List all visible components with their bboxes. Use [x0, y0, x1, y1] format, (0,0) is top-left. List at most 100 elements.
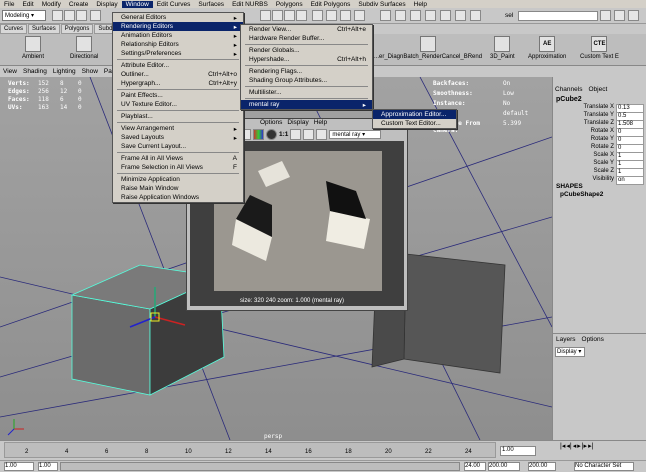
time-slider-track[interactable]: 2 4 6 8 10 12 14 16 18 20 22 24	[4, 442, 496, 458]
alpha-channel-icon[interactable]	[266, 128, 277, 140]
custom-text-button[interactable]: CTE Custom Text E	[580, 36, 619, 64]
rgb-channel-icon[interactable]	[253, 128, 264, 140]
ambient-light-button[interactable]: Ambient	[22, 36, 44, 64]
snap-grid-icon[interactable]	[260, 10, 271, 21]
3d-paint-button[interactable]: 3D_Paint	[490, 36, 515, 64]
shape-name[interactable]: pCubeShape2	[560, 191, 603, 198]
menu-item-hypershade[interactable]: Hypershade... Ctrl+Alt+h	[241, 55, 372, 64]
go-to-start-icon[interactable]: |◂	[560, 442, 565, 458]
layer-options-menu[interactable]: Options	[582, 336, 604, 343]
menu-item-render-globals[interactable]: Render Globals...	[241, 46, 372, 55]
attribute-editor-toggle-icon[interactable]	[614, 10, 625, 21]
render-view-options-menu[interactable]: Options	[260, 119, 282, 126]
new-scene-icon[interactable]	[52, 10, 63, 21]
menu-window[interactable]: Window	[121, 0, 153, 8]
range-slider-bar[interactable]	[60, 462, 460, 471]
show-manip-icon[interactable]	[470, 10, 481, 21]
menu-item-rendering-editors[interactable]: Rendering Editors ▸	[113, 22, 243, 31]
menu-item-raise-main-window[interactable]: Raise Main Window	[113, 184, 243, 193]
playback-start-field[interactable]: 1.00	[38, 462, 58, 471]
menu-item-rendering-flags[interactable]: Rendering Flags...	[241, 67, 372, 76]
panel-menu-shading[interactable]: Shading	[20, 68, 50, 77]
remove-image-icon[interactable]	[303, 128, 315, 140]
menu-help[interactable]: Help	[410, 1, 431, 8]
save-scene-icon[interactable]	[76, 10, 87, 21]
menu-item-playblast[interactable]: Playblast...	[113, 112, 243, 121]
menu-item-saved-layouts[interactable]: Saved Layouts ▸	[113, 133, 243, 142]
channel-box-object-name[interactable]: pCube2	[556, 96, 582, 103]
menu-item-attribute-editor[interactable]: Attribute Editor...	[113, 61, 243, 70]
keep-image-icon[interactable]	[290, 128, 302, 140]
mode-select[interactable]: Modeling ▾	[2, 10, 46, 21]
snap-curve-icon[interactable]	[272, 10, 283, 21]
render-globals-icon[interactable]	[354, 10, 365, 21]
play-back-icon[interactable]: ◂	[573, 442, 577, 458]
menu-item-uv-texture-editor[interactable]: UV Texture Editor...	[113, 100, 243, 109]
lock-icon[interactable]	[395, 10, 406, 21]
menu-item-raise-application-windows[interactable]: Raise Application Windows	[113, 193, 243, 202]
render-view-help-menu[interactable]: Help	[314, 119, 327, 126]
renderer-icon[interactable]	[316, 128, 328, 140]
render-icon[interactable]	[326, 10, 337, 21]
select-icon[interactable]	[410, 10, 421, 21]
batch-render-cancel-button[interactable]: ...er_DiagnBatch_RenderCancel_BRend	[374, 36, 482, 64]
renderer-select[interactable]: mental ray ▾	[329, 129, 382, 139]
menu-create[interactable]: Create	[65, 1, 93, 8]
menu-item-animation-editors[interactable]: Animation Editors ▸	[113, 31, 243, 40]
shelf-tab-curves[interactable]: Curves	[0, 24, 28, 34]
channel-value[interactable]: on	[616, 176, 644, 185]
object-menu[interactable]: Object	[585, 86, 610, 94]
menu-item-view-arrangement[interactable]: View Arrangement ▸	[113, 124, 243, 133]
play-forward-icon[interactable]: ▸	[577, 442, 581, 458]
layers-menu[interactable]: Layers	[556, 336, 576, 343]
shelf-tab-polygons[interactable]: Polygons	[60, 24, 94, 34]
render-view-display-menu[interactable]: Display	[287, 119, 308, 126]
panel-menu-view[interactable]: View	[0, 68, 20, 77]
menu-modify[interactable]: Modify	[38, 1, 65, 8]
selection-input[interactable]	[518, 11, 598, 21]
menu-subdiv-surfaces[interactable]: Subdiv Surfaces	[354, 1, 409, 8]
go-to-end-icon[interactable]: ▸|	[588, 442, 593, 458]
panel-menu-lighting[interactable]: Lighting	[50, 68, 79, 77]
menu-item-general-editors[interactable]: General Editors ▸	[113, 13, 243, 22]
input-field-icon[interactable]	[380, 10, 391, 21]
snap-plane-icon[interactable]	[296, 10, 307, 21]
menu-edit-polygons[interactable]: Edit Polygons	[307, 1, 355, 8]
menu-polygons[interactable]: Polygons	[272, 1, 307, 8]
menu-item-approximation-editor[interactable]: Approximation Editor...	[373, 110, 456, 119]
approximation-button[interactable]: AE Approximation	[528, 36, 566, 64]
ipr-render-icon[interactable]	[340, 10, 351, 21]
end-time-field-2[interactable]: 200.00	[528, 462, 556, 471]
character-set-select[interactable]: No Character Set	[574, 462, 634, 471]
layer-display-select[interactable]: Display ▾	[555, 347, 585, 357]
shelf-tab-surfaces[interactable]: Surfaces	[28, 24, 60, 34]
tool-settings-toggle-icon[interactable]	[628, 10, 639, 21]
step-back-icon[interactable]: ◂|	[566, 442, 571, 458]
step-forward-icon[interactable]: |▸	[582, 442, 587, 458]
panel-menu-show[interactable]: Show	[79, 68, 101, 77]
snap-point-icon[interactable]	[284, 10, 295, 21]
menu-item-multilister[interactable]: Multilister...	[241, 88, 372, 97]
menu-item-render-view[interactable]: Render View... Ctrl+Alt+e	[241, 25, 372, 34]
end-time-field[interactable]: 200.00	[488, 462, 520, 471]
channels-menu[interactable]: Channels	[552, 86, 585, 94]
menu-item-minimize-application[interactable]: Minimize Application	[113, 175, 243, 184]
menu-item-shading-group-attributes[interactable]: Shading Group Attributes...	[241, 76, 372, 85]
menu-item-hardware-render-buffer[interactable]: Hardware Render Buffer...	[241, 34, 372, 43]
menu-item-settings-preferences[interactable]: Settings/Preferences ▸	[113, 49, 243, 58]
menu-item-hypergraph[interactable]: Hypergraph... Ctrl+Alt+y	[113, 79, 243, 88]
menu-item-frame-selection-in-all-views[interactable]: Frame Selection in All Views F	[113, 163, 243, 172]
playback-end-field[interactable]: 24.00	[464, 462, 486, 471]
menu-item-save-current-layout[interactable]: Save Current Layout...	[113, 142, 243, 151]
rotate-icon[interactable]	[425, 10, 436, 21]
menu-item-outliner[interactable]: Outliner... Ctrl+Alt+o	[113, 70, 243, 79]
current-time-field[interactable]: 1.00	[500, 446, 536, 456]
select-hierarchy-icon[interactable]	[90, 10, 101, 21]
directional-light-button[interactable]: Directional	[70, 36, 98, 64]
menu-file[interactable]: File	[0, 1, 18, 8]
menu-surfaces[interactable]: Surfaces	[194, 1, 228, 8]
scale-icon[interactable]	[440, 10, 451, 21]
menu-item-relationship-editors[interactable]: Relationship Editors ▸	[113, 40, 243, 49]
menu-display[interactable]: Display	[92, 1, 121, 8]
start-time-field[interactable]: 1.00	[4, 462, 34, 471]
